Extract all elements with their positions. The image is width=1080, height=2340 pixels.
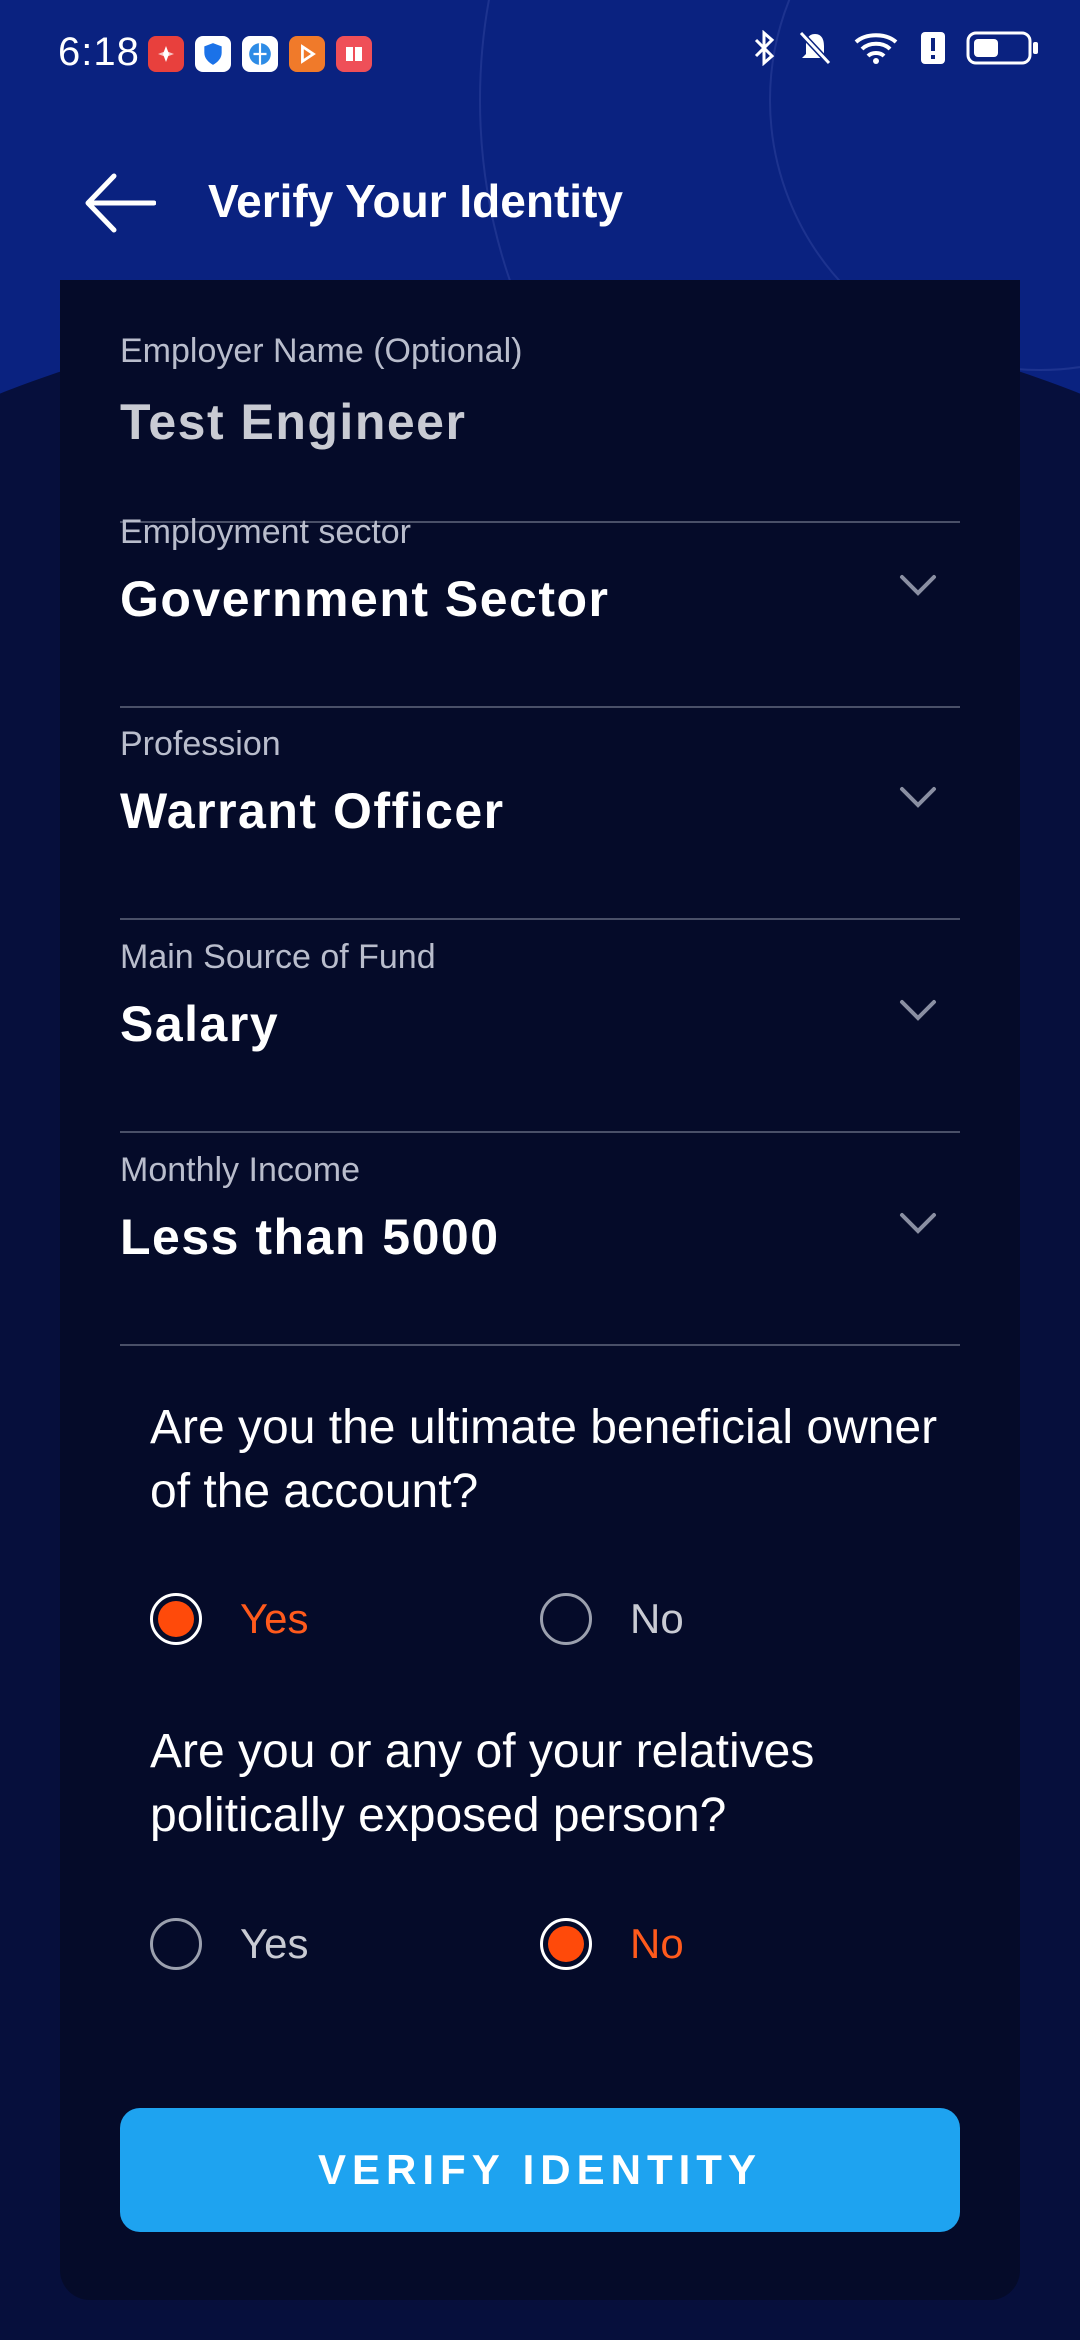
source-of-fund-label: Main Source of Fund — [120, 938, 436, 976]
chevron-down-icon[interactable] — [898, 573, 938, 597]
beneficial-owner-no-label[interactable]: No — [630, 1595, 684, 1643]
source-of-fund-dropdown[interactable]: Main Source of Fund Salary — [120, 938, 960, 1133]
notification-icons — [148, 36, 372, 72]
shield-icon — [195, 36, 231, 72]
monthly-income-dropdown[interactable]: Monthly Income Less than 5000 — [120, 1151, 960, 1346]
system-icons — [752, 30, 1040, 66]
pep-yes-label[interactable]: Yes — [240, 1920, 309, 1968]
huawei-icon — [148, 36, 184, 72]
pep-yes-option[interactable]: Yes — [150, 1918, 309, 1970]
battery-icon — [966, 31, 1038, 65]
profession-value[interactable]: Warrant Officer — [120, 782, 960, 840]
pep-no-option[interactable]: No — [540, 1918, 684, 1970]
radio-unselected-icon[interactable] — [150, 1918, 202, 1970]
employment-sector-underline — [120, 706, 960, 708]
beneficial-owner-yes-label[interactable]: Yes — [240, 1595, 309, 1643]
source-of-fund-value[interactable]: Salary — [120, 995, 960, 1053]
beneficial-owner-question: Are you the ultimate beneficial owner of… — [150, 1401, 938, 1518]
pep-no-label[interactable]: No — [630, 1920, 684, 1968]
monthly-income-label: Monthly Income — [120, 1151, 360, 1189]
alert-icon — [921, 32, 945, 64]
profession-underline — [120, 918, 960, 920]
beneficial-owner-no-option[interactable]: No — [540, 1593, 684, 1645]
play-icon — [289, 36, 325, 72]
employment-sector-label: Employment sector — [120, 513, 411, 551]
employer-name-field[interactable]: Employer Name (Optional) Test Engineer — [120, 332, 960, 523]
employer-name-input[interactable]: Test Engineer — [120, 393, 960, 451]
beneficial-owner-yes-option[interactable]: Yes — [150, 1593, 309, 1645]
chevron-down-icon[interactable] — [898, 998, 938, 1022]
status-time: 6:18 — [58, 30, 140, 74]
browser-icon — [242, 36, 278, 72]
pep-question: Are you or any of your relatives politic… — [150, 1725, 815, 1842]
radio-selected-icon[interactable] — [540, 1918, 592, 1970]
back-arrow-icon[interactable] — [84, 170, 156, 236]
radio-unselected-icon[interactable] — [540, 1593, 592, 1645]
chevron-down-icon[interactable] — [898, 1211, 938, 1235]
mute-icon — [798, 30, 832, 66]
chevron-down-icon[interactable] — [898, 785, 938, 809]
profession-label: Profession — [120, 725, 281, 763]
employment-sector-value[interactable]: Government Sector — [120, 570, 960, 628]
form-card: Employer Name (Optional) Test Engineer E… — [60, 280, 1020, 2300]
employment-sector-dropdown[interactable]: Employment sector Government Sector — [120, 513, 960, 708]
radio-selected-icon[interactable] — [150, 1593, 202, 1645]
monthly-income-underline — [120, 1344, 960, 1346]
monthly-income-value[interactable]: Less than 5000 — [120, 1208, 960, 1266]
bluetooth-icon — [754, 30, 775, 66]
employer-name-label: Employer Name (Optional) — [120, 332, 523, 370]
verify-identity-button[interactable]: VERIFY IDENTITY — [120, 2108, 960, 2232]
status-bar: 6:18 — [0, 0, 1080, 108]
book-icon — [336, 36, 372, 72]
profession-dropdown[interactable]: Profession Warrant Officer — [120, 725, 960, 920]
source-of-fund-underline — [120, 1131, 960, 1133]
page-title: Verify Your Identity — [208, 175, 623, 227]
wifi-icon — [854, 33, 898, 64]
